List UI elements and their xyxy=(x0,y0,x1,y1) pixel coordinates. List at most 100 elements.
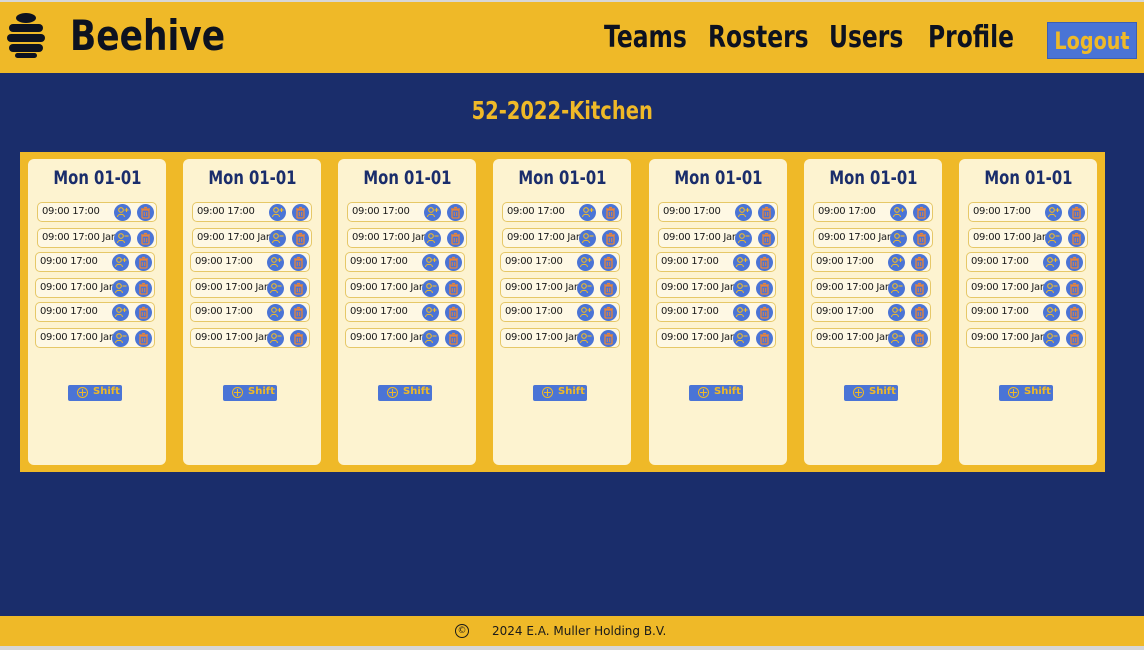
unassign-user-icon[interactable] xyxy=(735,230,752,247)
trash-icon[interactable] xyxy=(911,280,928,297)
trash-icon[interactable] xyxy=(135,304,152,321)
unassign-user-icon[interactable] xyxy=(577,330,594,347)
trash-icon[interactable] xyxy=(292,204,309,221)
shift-item[interactable]: 09:00 17:00 Jan xyxy=(500,278,620,298)
trash-icon[interactable] xyxy=(1066,254,1083,271)
assign-user-icon[interactable] xyxy=(112,304,129,321)
unassign-user-icon[interactable] xyxy=(267,280,284,297)
assign-user-icon[interactable] xyxy=(114,204,131,221)
assign-user-icon[interactable] xyxy=(890,204,907,221)
trash-icon[interactable] xyxy=(445,280,462,297)
unassign-user-icon[interactable] xyxy=(267,330,284,347)
trash-icon[interactable] xyxy=(600,254,617,271)
shift-item[interactable]: 09:00 17:00 xyxy=(968,202,1088,222)
nav-rosters[interactable]: Rosters xyxy=(708,20,809,55)
trash-icon[interactable] xyxy=(137,204,154,221)
shift-item[interactable]: 09:00 17:00 xyxy=(345,252,465,272)
assign-user-icon[interactable] xyxy=(577,254,594,271)
shift-item[interactable]: 09:00 17:00 Jan xyxy=(190,278,310,298)
shift-item[interactable]: 09:00 17:00 Jan xyxy=(658,228,778,248)
shift-item[interactable]: 09:00 17:00 xyxy=(192,202,312,222)
trash-icon[interactable] xyxy=(1066,330,1083,347)
trash-icon[interactable] xyxy=(602,230,619,247)
assign-user-icon[interactable] xyxy=(269,204,286,221)
shift-item[interactable]: 09:00 17:00 Jan xyxy=(345,278,465,298)
trash-icon[interactable] xyxy=(600,330,617,347)
trash-icon[interactable] xyxy=(756,304,773,321)
trash-icon[interactable] xyxy=(135,280,152,297)
assign-user-icon[interactable] xyxy=(888,254,905,271)
beehive-icon[interactable] xyxy=(6,12,46,58)
assign-user-icon[interactable] xyxy=(733,304,750,321)
trash-icon[interactable] xyxy=(756,280,773,297)
shift-item[interactable]: 09:00 17:00 Jan xyxy=(966,328,1086,348)
trash-icon[interactable] xyxy=(1066,280,1083,297)
shift-item[interactable]: 09:00 17:00 xyxy=(656,302,776,322)
shift-item[interactable]: 09:00 17:00 xyxy=(190,302,310,322)
shift-item[interactable]: 09:00 17:00 Jan xyxy=(966,278,1086,298)
assign-user-icon[interactable] xyxy=(579,204,596,221)
shift-item[interactable]: 09:00 17:00 Jan xyxy=(811,278,931,298)
assign-user-icon[interactable] xyxy=(888,304,905,321)
unassign-user-icon[interactable] xyxy=(888,280,905,297)
assign-user-icon[interactable] xyxy=(577,304,594,321)
add-shift-button[interactable]: Shift xyxy=(378,385,432,401)
nav-teams[interactable]: Teams xyxy=(604,20,687,55)
trash-icon[interactable] xyxy=(913,204,930,221)
shift-item[interactable]: 09:00 17:00 xyxy=(347,202,467,222)
shift-item[interactable]: 09:00 17:00 xyxy=(35,302,155,322)
assign-user-icon[interactable] xyxy=(112,254,129,271)
unassign-user-icon[interactable] xyxy=(888,330,905,347)
assign-user-icon[interactable] xyxy=(1045,204,1062,221)
assign-user-icon[interactable] xyxy=(267,304,284,321)
trash-icon[interactable] xyxy=(600,280,617,297)
trash-icon[interactable] xyxy=(290,254,307,271)
assign-user-icon[interactable] xyxy=(733,254,750,271)
shift-item[interactable]: 09:00 17:00 xyxy=(656,252,776,272)
shift-item[interactable]: 09:00 17:00 Jan xyxy=(968,228,1088,248)
unassign-user-icon[interactable] xyxy=(269,230,286,247)
trash-icon[interactable] xyxy=(1068,204,1085,221)
assign-user-icon[interactable] xyxy=(424,204,441,221)
trash-icon[interactable] xyxy=(135,254,152,271)
trash-icon[interactable] xyxy=(758,204,775,221)
trash-icon[interactable] xyxy=(292,230,309,247)
shift-item[interactable]: 09:00 17:00 Jan xyxy=(347,228,467,248)
assign-user-icon[interactable] xyxy=(422,304,439,321)
unassign-user-icon[interactable] xyxy=(733,330,750,347)
shift-item[interactable]: 09:00 17:00 xyxy=(502,202,622,222)
trash-icon[interactable] xyxy=(911,254,928,271)
unassign-user-icon[interactable] xyxy=(424,230,441,247)
unassign-user-icon[interactable] xyxy=(422,280,439,297)
assign-user-icon[interactable] xyxy=(267,254,284,271)
shift-item[interactable]: 09:00 17:00 Jan xyxy=(190,328,310,348)
unassign-user-icon[interactable] xyxy=(579,230,596,247)
add-shift-button[interactable]: Shift xyxy=(68,385,122,401)
trash-icon[interactable] xyxy=(758,230,775,247)
assign-user-icon[interactable] xyxy=(1043,304,1060,321)
assign-user-icon[interactable] xyxy=(422,254,439,271)
unassign-user-icon[interactable] xyxy=(577,280,594,297)
shift-item[interactable]: 09:00 17:00 xyxy=(811,252,931,272)
trash-icon[interactable] xyxy=(445,304,462,321)
trash-icon[interactable] xyxy=(447,230,464,247)
unassign-user-icon[interactable] xyxy=(422,330,439,347)
trash-icon[interactable] xyxy=(911,330,928,347)
shift-item[interactable]: 09:00 17:00 xyxy=(658,202,778,222)
add-shift-button[interactable]: Shift xyxy=(844,385,898,401)
shift-item[interactable]: 09:00 17:00 Jan xyxy=(345,328,465,348)
unassign-user-icon[interactable] xyxy=(1043,280,1060,297)
assign-user-icon[interactable] xyxy=(1043,254,1060,271)
trash-icon[interactable] xyxy=(602,204,619,221)
trash-icon[interactable] xyxy=(1068,230,1085,247)
trash-icon[interactable] xyxy=(756,330,773,347)
shift-item[interactable]: 09:00 17:00 xyxy=(811,302,931,322)
shift-item[interactable]: 09:00 17:00 xyxy=(966,302,1086,322)
add-shift-button[interactable]: Shift xyxy=(533,385,587,401)
trash-icon[interactable] xyxy=(137,230,154,247)
shift-item[interactable]: 09:00 17:00 xyxy=(966,252,1086,272)
trash-icon[interactable] xyxy=(445,254,462,271)
trash-icon[interactable] xyxy=(135,330,152,347)
shift-item[interactable]: 09:00 17:00 xyxy=(500,302,620,322)
trash-icon[interactable] xyxy=(290,330,307,347)
